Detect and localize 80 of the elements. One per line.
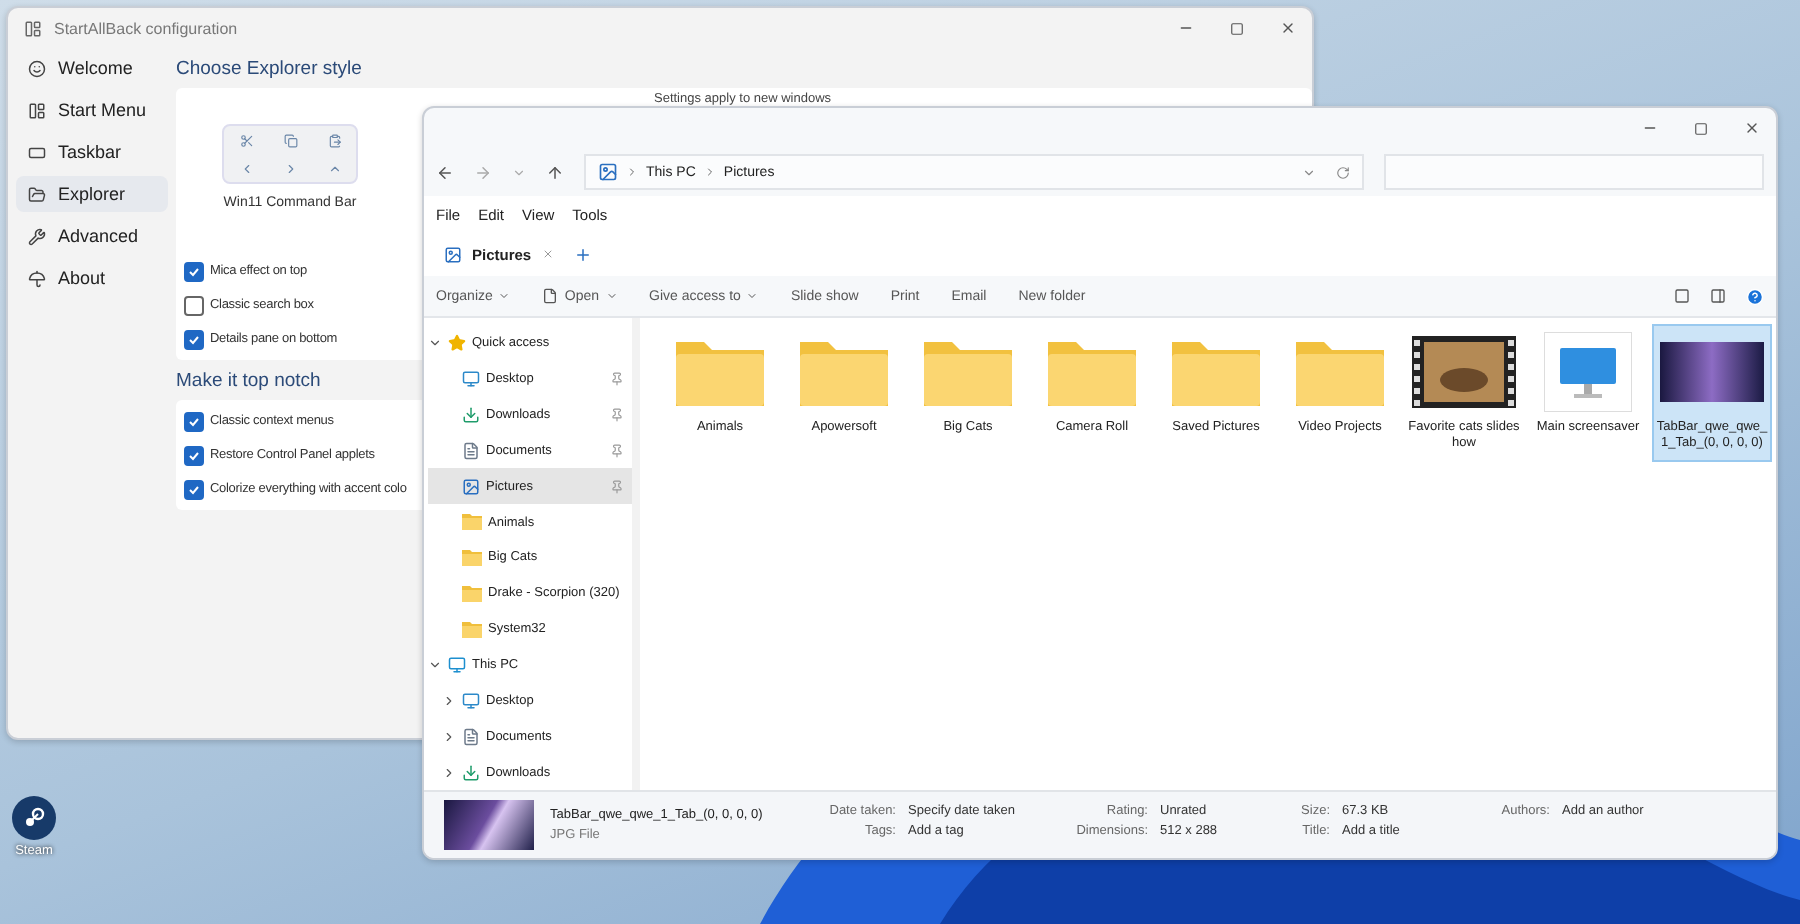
chevron-right-icon[interactable]	[442, 729, 456, 744]
chevron-left-icon	[239, 161, 253, 175]
checkmark-icon	[188, 265, 200, 277]
chevron-down-icon[interactable]	[428, 658, 442, 673]
app-icon	[24, 19, 42, 37]
close-icon[interactable]	[1280, 20, 1296, 36]
monitor-icon	[462, 691, 480, 710]
picture-icon	[462, 477, 480, 496]
maximize-icon[interactable]	[1230, 21, 1244, 35]
video-thumbnail-icon	[1412, 336, 1516, 408]
sidebar-item[interactable]: About	[16, 260, 168, 296]
star-icon	[448, 334, 466, 353]
pin-icon	[610, 479, 624, 494]
folder-icon	[462, 621, 482, 638]
taskbar-icon	[28, 143, 46, 161]
download-icon	[462, 406, 480, 425]
chevron-right-icon[interactable]	[442, 693, 456, 708]
smiley-icon	[28, 59, 46, 77]
maximize-icon[interactable]	[1694, 121, 1708, 135]
preview-pane-icon[interactable]	[1710, 288, 1726, 304]
monitor-icon	[462, 370, 480, 389]
chevron-right-icon[interactable]	[442, 765, 456, 780]
document-icon	[462, 441, 480, 460]
sidebar-item[interactable]: Explorer	[16, 176, 168, 212]
folder-icon	[462, 514, 482, 531]
checkbox[interactable]	[184, 261, 204, 281]
chevron-down-icon[interactable]	[1302, 165, 1316, 179]
help-icon[interactable]	[1746, 287, 1764, 305]
caret-icon	[605, 290, 618, 302]
up-icon[interactable]	[546, 163, 564, 181]
copy-icon	[283, 133, 297, 147]
window-title: StartAllBack configuration	[54, 19, 238, 37]
document-icon	[462, 727, 480, 746]
checkmark-icon	[188, 483, 200, 495]
chevron-right-icon	[703, 166, 716, 178]
pin-icon	[610, 372, 624, 387]
checkmark-icon	[188, 333, 200, 345]
sidebar-item[interactable]: Welcome	[16, 50, 168, 86]
folder-icon	[28, 185, 46, 203]
checkmark-icon	[188, 449, 200, 461]
checkbox[interactable]	[184, 329, 204, 349]
search-field[interactable]	[1384, 154, 1764, 190]
download-icon	[462, 763, 480, 782]
umbrella-icon	[28, 269, 46, 287]
checkbox[interactable]	[184, 445, 204, 465]
section-heading: Make it top notch	[176, 367, 321, 395]
refresh-icon[interactable]	[1336, 165, 1350, 179]
chevron-up-icon	[327, 161, 341, 175]
caret-icon	[498, 290, 511, 302]
sidebar-item[interactable]: Taskbar	[16, 134, 168, 170]
picture-icon	[444, 245, 462, 263]
checkmark-icon	[188, 415, 200, 427]
computer-icon	[448, 656, 466, 675]
folder-icon	[462, 585, 482, 602]
chevron-right-icon	[283, 161, 297, 175]
image-thumbnail	[444, 800, 534, 850]
cut-icon	[239, 133, 253, 147]
folder-icon	[462, 549, 482, 566]
new-tab-icon[interactable]	[573, 245, 592, 263]
paste-icon	[327, 133, 341, 147]
chevron-down-icon[interactable]	[428, 336, 442, 351]
checkbox[interactable]	[184, 411, 204, 431]
close-icon[interactable]	[1744, 120, 1760, 136]
pin-icon	[610, 443, 624, 458]
start-menu-icon	[28, 101, 46, 119]
image-thumbnail	[1660, 342, 1764, 402]
checkbox[interactable]	[184, 479, 204, 499]
file-icon	[542, 288, 559, 304]
view-icon[interactable]	[1674, 288, 1690, 304]
sidebar-item[interactable]: Advanced	[16, 218, 168, 254]
caret-icon	[746, 290, 759, 302]
wrench-icon	[28, 227, 46, 245]
pin-icon	[610, 408, 624, 423]
monitor-icon	[1544, 332, 1632, 412]
picture-icon	[598, 162, 618, 182]
section-heading: Choose Explorer style	[176, 55, 362, 83]
chevron-right-icon	[626, 166, 638, 178]
sidebar-item[interactable]: Start Menu	[16, 92, 168, 128]
back-icon[interactable]	[436, 163, 454, 181]
checkbox[interactable]	[184, 295, 204, 315]
